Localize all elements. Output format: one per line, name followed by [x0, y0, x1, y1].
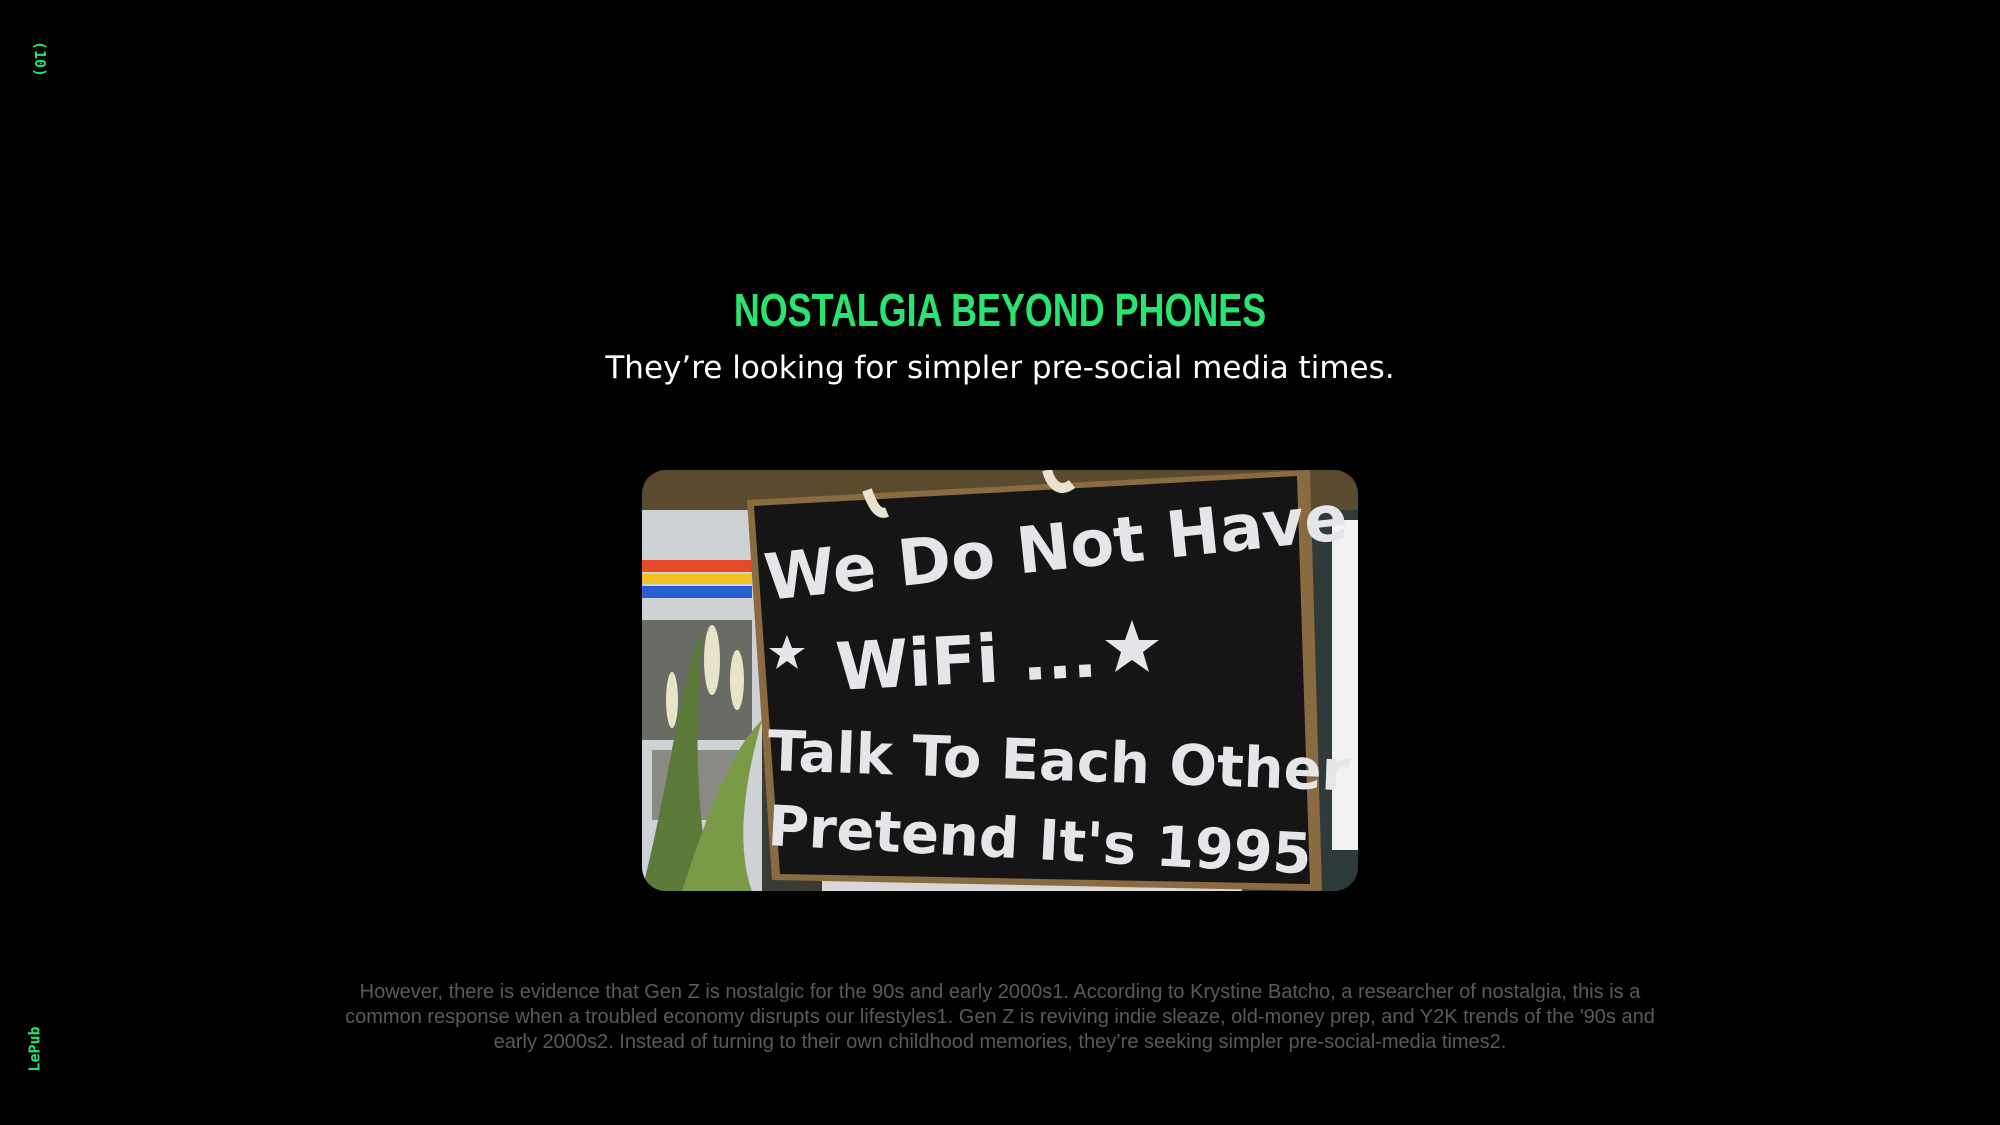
sign-photo: We Do Not Have WiFi ... Talk To Each Oth… [642, 470, 1358, 891]
sign-line-2: WiFi ... [834, 615, 1099, 706]
slide-subtitle: They’re looking for simpler pre-social m… [605, 350, 1395, 386]
body-paragraph: However, there is evidence that Gen Z is… [345, 981, 1655, 1053]
brand-label: LePub [25, 1026, 44, 1072]
page-number: (10) [31, 40, 50, 78]
slide-title: NOSTALGIA BEYOND PHONES [733, 284, 1267, 336]
